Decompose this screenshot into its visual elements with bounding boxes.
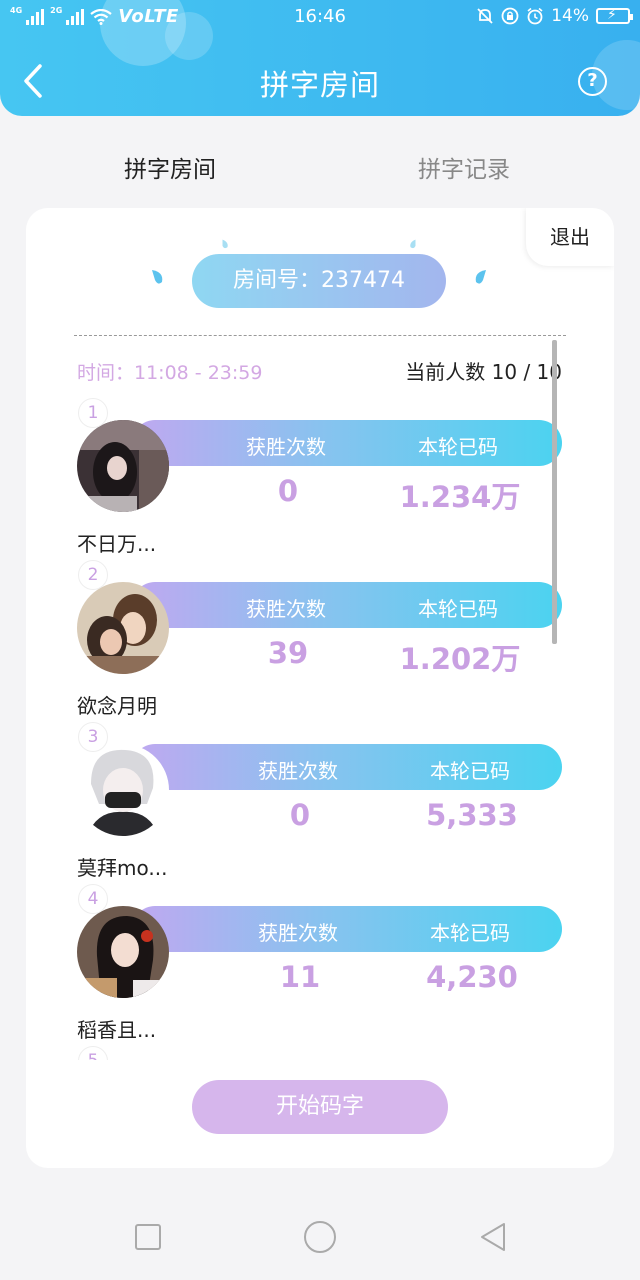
list-item[interactable]: 2 获胜次数 本轮已码 39 1.202万 欲念月明 [26,560,614,722]
avatar[interactable] [77,744,169,836]
player-list[interactable]: 1 获胜次数 本轮已码 0 1.234万 不日万... 2 获胜次数 本轮已码 [26,398,614,1060]
stats-bar: 获胜次数 本轮已码 [132,582,562,628]
wins-label: 获胜次数 [246,597,326,621]
alarm-icon [527,7,543,25]
start-typing-button[interactable]: 开始码字 [192,1080,448,1134]
wins-value: 11 [279,960,321,994]
rotation-lock-icon [501,7,519,25]
player-name: 莫拜mo... [77,856,168,880]
player-name: 欲念月明 [77,694,157,718]
typed-label: 本轮已码 [430,921,510,945]
status-bar: 4G 2G VoLTE 16:46 14% ⚡ [0,0,640,34]
wins-value: 39 [267,636,309,670]
rank-badge: 1 [78,398,108,428]
room-card: 退出 房间号：237474 时间：11:08 - 23:59 当前人数 10 /… [26,208,614,1168]
recents-icon[interactable] [135,1224,161,1250]
wins-value: 0 [277,474,299,508]
home-icon[interactable] [304,1221,336,1253]
wins-value: 0 [289,798,311,832]
mute-bell-icon [477,8,493,24]
help-icon[interactable]: ? [578,67,607,96]
room-time: 时间：11:08 - 23:59 [77,362,263,384]
avatar[interactable] [77,582,169,674]
decor-drop-icon [222,239,228,249]
divider [74,335,566,336]
page-title: 拼字房间 [259,68,380,102]
header: 4G 2G VoLTE 16:46 14% ⚡ 拼字房间 ? [0,0,640,116]
typed-value: 1.202万 [399,642,521,676]
battery-icon: ⚡ [596,7,633,24]
system-nav-bar [0,1196,640,1280]
tab-records[interactable]: 拼字记录 [418,150,510,184]
scrollbar[interactable] [552,340,557,644]
rank-badge: 5 [78,1046,108,1060]
list-item[interactable]: 1 获胜次数 本轮已码 0 1.234万 不日万... [26,398,614,560]
page: 4G 2G VoLTE 16:46 14% ⚡ 拼字房间 ? 拼字房间 拼字记录… [0,0,640,1280]
back-triangle-icon[interactable] [478,1221,508,1253]
decor-drop-icon [475,270,486,284]
player-name: 稻香且... [77,1018,157,1042]
decor-drop-icon [152,270,163,284]
wins-label: 获胜次数 [246,435,326,459]
rank-badge: 3 [78,722,108,752]
exit-button[interactable]: 退出 [526,208,614,266]
avatar[interactable] [77,906,169,998]
player-name: 不日万... [77,532,157,556]
typed-value: 1.234万 [399,480,521,514]
typed-label: 本轮已码 [418,435,498,459]
rank-badge: 4 [78,884,108,914]
wins-label: 获胜次数 [258,759,338,783]
rank-badge: 2 [78,560,108,590]
typed-label: 本轮已码 [430,759,510,783]
typed-label: 本轮已码 [418,597,498,621]
avatar[interactable] [77,420,169,512]
stats-bar: 获胜次数 本轮已码 [132,744,562,790]
decor-drop-icon [410,239,416,249]
stats-bar: 获胜次数 本轮已码 [132,420,562,466]
room-number-badge: 房间号：237474 [192,254,446,308]
list-item[interactable]: 5 [26,1046,614,1060]
player-count: 当前人数 10 / 10 [405,360,562,384]
battery-percent: 14% [551,6,589,26]
wins-label: 获胜次数 [258,921,338,945]
typed-value: 5,333 [426,798,518,832]
typed-value: 4,230 [426,960,518,994]
list-item[interactable]: 3 获胜次数 本轮已码 0 5,333 莫拜mo... [26,722,614,884]
stats-bar: 获胜次数 本轮已码 [132,906,562,952]
list-item[interactable]: 4 获胜次数 本轮已码 11 4,230 稻香且... [26,884,614,1046]
tab-room[interactable]: 拼字房间 [124,150,216,184]
